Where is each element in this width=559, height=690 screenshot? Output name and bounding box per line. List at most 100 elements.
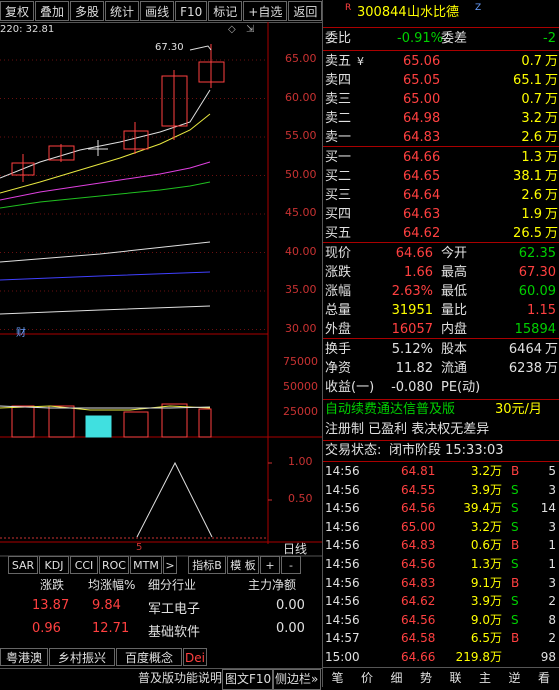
book-unit: 万 — [544, 226, 558, 241]
book-volume: 65.1 — [513, 73, 542, 88]
detail-tabs: 笔价细势联主逆看 — [323, 667, 559, 688]
tick-time: 14:56 — [325, 482, 360, 497]
concept-tab[interactable]: 乡村振兴 — [49, 648, 115, 666]
book-label: 卖三 — [325, 92, 352, 107]
asks-row[interactable]: 卖二 64.98 3.2 万 — [325, 109, 558, 128]
toolbar-button[interactable]: 复权 — [0, 1, 35, 21]
concept-tab[interactable]: Dei — [183, 648, 207, 666]
tick-count: 1 — [548, 557, 556, 571]
tick-count: 2 — [548, 594, 556, 609]
asks-row[interactable]: 卖三 65.00 0.7 万 — [325, 90, 558, 109]
toolbar-button[interactable]: 统计 — [105, 1, 140, 21]
stock-name: 山水比德 — [407, 5, 460, 20]
toolbar-button[interactable]: 返回 — [288, 1, 323, 21]
indicator-tab[interactable]: KDJ — [39, 556, 69, 574]
bids-row[interactable]: 买二 64.65 38.1 万 — [325, 167, 558, 186]
ad-row-1[interactable]: 自动续费通达信普及版 30元/月 — [325, 400, 558, 419]
detail-tab[interactable]: 逆 — [500, 669, 529, 687]
price-tick-label: 35.00 — [285, 283, 317, 296]
indicator-tab[interactable]: + — [260, 556, 280, 574]
high-price-label: 67.30 — [155, 42, 184, 53]
toolbar-button[interactable]: 画线 — [140, 1, 175, 21]
tick-side: B — [511, 575, 520, 590]
fund-value: 5.12% — [391, 342, 433, 357]
quote-value: 31951 — [391, 303, 433, 318]
book-volume: 3.2 — [521, 111, 542, 126]
finance-marker[interactable]: 财 — [16, 324, 26, 339]
diamond-icon[interactable]: ◇ — [228, 24, 236, 35]
indicator-tab[interactable]: 指标B — [188, 556, 226, 574]
tick-side: S — [511, 501, 519, 516]
tick-side: S — [511, 482, 519, 497]
fund-row: 收益(一) -0.080 PE(动) — [325, 378, 558, 397]
toolbar-button[interactable]: 多股 — [70, 1, 105, 21]
sector-cell-industry[interactable]: 基础软件 — [148, 621, 200, 640]
tick-row: 14:56 64.55 3.9万 S 3 — [325, 481, 558, 500]
expand-icon[interactable]: ⇲ — [246, 24, 254, 35]
price-tick-label: 45.00 — [285, 206, 317, 219]
book-unit: 万 — [544, 169, 558, 184]
detail-tab[interactable]: 势 — [411, 669, 441, 687]
book-volume: 2.6 — [521, 130, 542, 145]
tick-side: B — [511, 464, 520, 478]
help-link[interactable]: 普及版功能说明 — [138, 669, 222, 688]
concept-tab[interactable]: 百度概念 — [116, 648, 182, 666]
indicator-tab[interactable]: CCI — [70, 556, 98, 574]
tick-count: 8 — [548, 612, 556, 627]
tick-side: S — [511, 594, 519, 609]
sector-cell-industry[interactable]: 军工电子 — [148, 598, 200, 617]
period-label[interactable]: 日线 — [283, 540, 307, 557]
indicator-tick-label: 0.50 — [288, 492, 313, 505]
bids-row[interactable]: 买四 64.63 1.9 万 — [325, 205, 558, 224]
tick-time: 14:56 — [325, 538, 360, 553]
asks-row[interactable]: 卖五 ¥65.06 0.7 万 — [325, 52, 558, 71]
book-price: 65.00 — [403, 92, 441, 107]
book-unit: 万 — [544, 54, 558, 69]
indicator-tab[interactable]: > — [163, 556, 177, 574]
volume-tick-label: 75000 — [283, 355, 318, 368]
toolbar-button[interactable]: +自选 — [243, 1, 288, 21]
tick-row: 14:56 64.81 3.2万 B 5 — [325, 462, 558, 481]
tick-row: 14:56 65.00 3.2万 S 3 — [325, 518, 558, 537]
detail-tab[interactable]: 细 — [382, 669, 411, 687]
sector-header: 均涨幅% — [88, 578, 136, 592]
book-unit: 万 — [544, 130, 558, 145]
tick-volume: 3.9万 — [470, 594, 502, 609]
detail-tab[interactable]: 主 — [470, 669, 500, 687]
indicator-tab[interactable]: SAR — [8, 556, 38, 574]
kline-chart[interactable]: 220: 32.81 67.30 ◇ ⇲ 65.00 60.00 55.00 50.0… — [0, 22, 322, 620]
tick-volume: 3.2万 — [470, 519, 502, 534]
toolbar-button[interactable]: 叠加 — [35, 1, 70, 21]
tick-time: 14:56 — [325, 519, 360, 534]
indicator-tab[interactable]: - — [281, 556, 301, 574]
indicator-tab[interactable]: ROC — [99, 556, 129, 574]
concept-tab[interactable]: 粤港澳 — [0, 648, 48, 666]
detail-tab[interactable]: 看 — [529, 669, 559, 687]
tick-price: 64.55 — [401, 482, 436, 497]
detail-tab[interactable]: 价 — [352, 669, 382, 687]
bids-row[interactable]: 买五 64.62 26.5 万 — [325, 224, 558, 243]
bids-row[interactable]: 买一 64.66 1.3 万 — [325, 148, 558, 167]
sector-cell-net: 0.00 — [276, 598, 305, 613]
quote-value: 67.30 — [518, 265, 556, 280]
quote-label: 总量 — [325, 303, 352, 318]
chart-toolbar: 复权 叠加 多股 统计 画线 F10 标记 +自选 返回 — [0, 0, 323, 23]
toolbar-button[interactable]: F10 — [175, 1, 208, 21]
indicator-tab[interactable]: 模 板 — [227, 556, 259, 574]
concept-tabs: 粤港澳 乡村振兴 百度概念 Dei — [0, 648, 210, 666]
order-ratio-row: 委比 -0.91% 委差 -2 — [325, 31, 556, 46]
indicator-tab[interactable]: MTM — [130, 556, 162, 574]
tick-side: S — [511, 557, 519, 571]
ad-row-2[interactable]: 注册制 已盈利 表决权无差异 — [325, 420, 558, 439]
toolbar-button[interactable]: 标记 — [208, 1, 243, 21]
detail-tab[interactable]: 联 — [441, 669, 470, 687]
book-price: 64.64 — [403, 188, 441, 203]
fund-row: 净资 11.82 流通 6238 万 — [325, 359, 558, 378]
quote-value: 64.66 — [395, 246, 433, 261]
stock-code: 300844 — [357, 5, 407, 20]
detail-tab[interactable]: 笔 — [323, 669, 352, 687]
asks-row[interactable]: 卖一 64.83 2.6 万 — [325, 128, 558, 147]
asks-row[interactable]: 卖四 65.05 65.1 万 — [325, 71, 558, 90]
bids-row[interactable]: 买三 64.64 2.6 万 — [325, 186, 558, 205]
price-tick-label: 55.00 — [285, 129, 317, 142]
